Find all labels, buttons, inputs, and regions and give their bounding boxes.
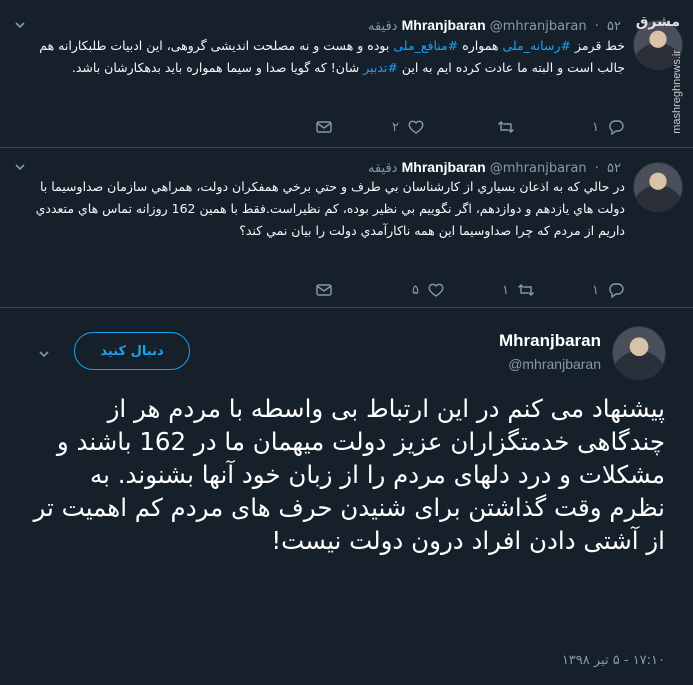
tweet-header: Mhranjbaran @mhranjbaran · ۵۲ دقیقه [368, 159, 621, 176]
like-icon [408, 120, 424, 134]
tweet-actions: ۱ ۲ [205, 117, 625, 137]
hashtag-link[interactable]: #منافع_ملی [393, 38, 458, 53]
main-tweet: Mhranjbaran @mhranjbaran دنبال کنید پیشن… [0, 308, 693, 685]
author-handle[interactable]: @mhranjbaran [490, 19, 587, 34]
author-handle[interactable]: @mhranjbaran [490, 161, 587, 176]
reply-icon [609, 283, 624, 299]
avatar[interactable] [633, 162, 683, 212]
author-handle[interactable]: @mhranjbaran [508, 356, 601, 372]
dm-button[interactable] [315, 280, 333, 300]
main-tweet-text: پیشنهاد می کنم در این ارتباط بی واسطه با… [33, 394, 665, 555]
dm-button[interactable] [315, 117, 333, 137]
retweet-icon [518, 284, 534, 296]
chevron-down-icon[interactable] [38, 348, 50, 360]
retweet-button[interactable] [489, 117, 515, 137]
reply-button[interactable]: ۱ [592, 280, 625, 300]
tweet-1[interactable]: Mhranjbaran @mhranjbaran · ۵۲ دقیقه خط ق… [0, 0, 693, 148]
site-logo: مشرق [635, 14, 680, 30]
tweet-timestamp[interactable]: ۱۷:۱۰ - ۵ تیر ۱۳۹۸ [562, 653, 665, 668]
site-url: mashreghnews.ir [671, 50, 683, 134]
author-name[interactable]: Mhranjbaran [402, 159, 486, 175]
dm-icon [316, 121, 332, 133]
retweet-icon [498, 121, 514, 133]
hashtag-link[interactable]: #تدبیر [363, 60, 398, 75]
author-name[interactable]: Mhranjbaran [499, 331, 601, 351]
like-count: ۵ [412, 282, 419, 298]
watermark: مشرق mashreghnews.ir [636, 4, 685, 154]
tweet-text: خط قرمز #رسانه_ملی همواره #منافع_ملی بود… [39, 38, 625, 75]
tweet-text: در حالي كه به اذعان بسياري از كارشناسان … [35, 179, 625, 238]
tweet-2[interactable]: Mhranjbaran @mhranjbaran · ۵۲ دقیقه در ح… [0, 148, 693, 308]
reply-count: ۱ [592, 119, 599, 135]
like-count: ۲ [392, 119, 399, 135]
chevron-down-icon[interactable] [14, 19, 26, 31]
like-button[interactable]: ۲ [392, 117, 425, 137]
like-button[interactable]: ۵ [412, 280, 445, 300]
reply-count: ۱ [592, 282, 599, 298]
follow-button[interactable]: دنبال کنید [74, 332, 190, 370]
chevron-down-icon[interactable] [14, 161, 26, 173]
hashtag-link[interactable]: #رسانه_ملی [503, 38, 571, 53]
retweet-button[interactable]: ۱ [502, 280, 535, 300]
reply-icon [609, 120, 624, 136]
author-name[interactable]: Mhranjbaran [402, 17, 486, 33]
retweet-count: ۱ [502, 282, 509, 298]
tweet-actions: ۱ ۱ ۵ [205, 280, 625, 300]
dm-icon [316, 284, 332, 296]
like-icon [428, 283, 444, 297]
avatar[interactable] [612, 326, 666, 380]
tweet-header: Mhranjbaran @mhranjbaran · ۵۲ دقیقه [368, 17, 621, 34]
reply-button[interactable]: ۱ [592, 117, 625, 137]
